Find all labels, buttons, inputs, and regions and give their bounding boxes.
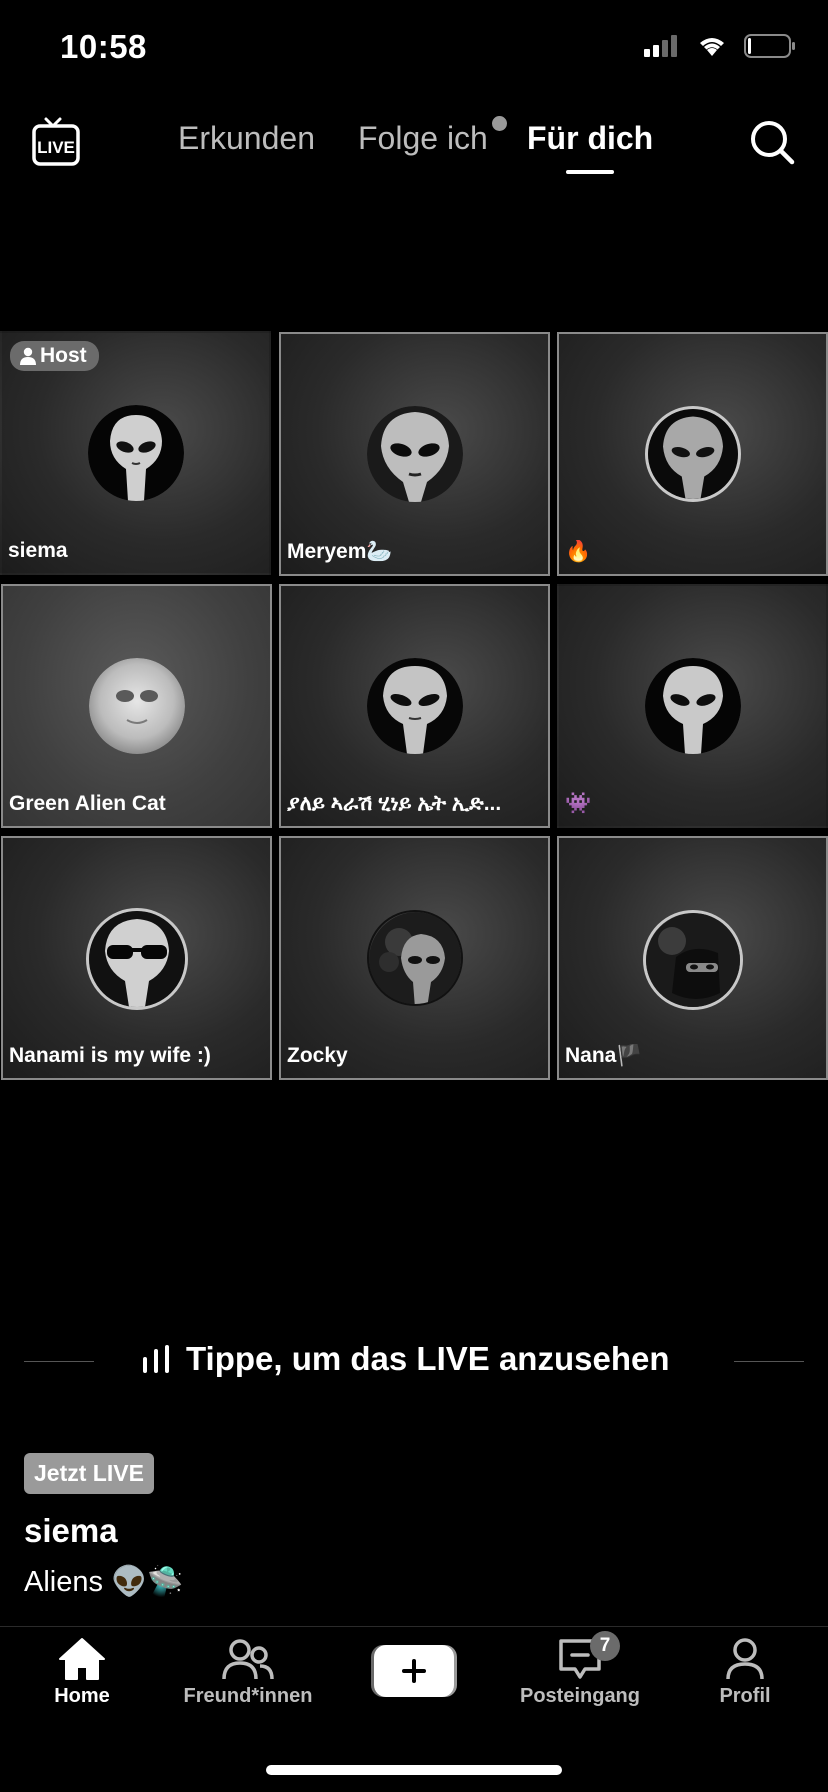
active-tab-indicator <box>566 170 614 174</box>
tap-to-watch-content: Tippe, um das LIVE anzusehen <box>142 1340 670 1378</box>
guest-tile[interactable]: 🔥 <box>557 332 828 576</box>
guest-name: 👾 <box>565 792 592 815</box>
guest-name: Nanami is my wife :) <box>9 1044 211 1067</box>
friends-icon <box>222 1639 274 1680</box>
guest-tile[interactable]: Nana🏴 <box>557 836 828 1080</box>
stream-username[interactable]: siema <box>24 1512 118 1550</box>
create-button[interactable] <box>371 1643 457 1699</box>
guest-tile[interactable]: ያለይ ኣራሽ ሂነይ ኤት ኢድ... <box>279 584 550 828</box>
guest-tile[interactable]: 👾 <box>557 584 828 828</box>
guest-tile[interactable]: Meryem🦢 <box>279 332 550 576</box>
guest-name: Green Alien Cat <box>9 792 166 815</box>
guest-name: Nana🏴 <box>565 1044 643 1067</box>
host-badge-label: Host <box>40 344 87 367</box>
inbox-count-badge: 7 <box>590 1631 620 1661</box>
battery-icon <box>744 34 795 58</box>
guest-name: Meryem🦢 <box>287 540 393 563</box>
live-tv-icon[interactable]: LIVE <box>30 116 82 168</box>
avatar <box>642 910 743 1010</box>
person-icon <box>20 347 36 365</box>
avatar <box>87 405 184 501</box>
stream-description: Aliens 👽🛸 <box>24 1566 184 1598</box>
tab-erkunden[interactable]: Erkunden <box>178 120 315 157</box>
guest-tile[interactable]: Green Alien Cat <box>1 584 272 828</box>
nav-inbox[interactable]: 7 Posteingang <box>500 1631 660 1708</box>
wifi-icon <box>700 38 724 56</box>
cellular-signal-icon <box>644 35 677 57</box>
home-icon <box>59 1638 105 1680</box>
avatar <box>366 910 463 1006</box>
status-bar: 10:58 <box>0 0 828 100</box>
nav-friends-label: Freund*innen <box>183 1685 313 1707</box>
tab-folge-ich[interactable]: Folge ich <box>358 120 488 157</box>
live-icon-label: LIVE <box>37 138 75 157</box>
guest-name: Zocky <box>287 1044 348 1067</box>
tiktok-live-screen: 10:58 LIVE Erkunden Folge ich Für dich H… <box>0 0 828 1792</box>
status-time: 10:58 <box>60 28 147 65</box>
guest-name: 🔥 <box>565 540 592 563</box>
avatar <box>85 908 188 1010</box>
nav-home-label: Home <box>54 1685 110 1707</box>
avatar <box>366 406 463 502</box>
avatar <box>366 658 463 754</box>
guest-tile[interactable]: Nanami is my wife :) <box>1 836 272 1080</box>
nav-home[interactable]: Home <box>2 1637 162 1708</box>
divider-line <box>734 1361 804 1362</box>
audio-bars-icon <box>143 1345 169 1373</box>
host-badge: Host <box>10 341 99 371</box>
home-indicator <box>266 1765 562 1775</box>
avatar <box>88 658 185 754</box>
guest-name: ያለይ ኣራሽ ሂነይ ኤት ኢድ... <box>287 792 502 815</box>
guest-name: siema <box>8 539 68 562</box>
nav-profile-label: Profil <box>719 1685 771 1707</box>
tap-to-watch-text: Tippe, um das LIVE anzusehen <box>186 1340 670 1377</box>
tab-fuer-dich[interactable]: Für dich <box>527 120 653 157</box>
guest-tile-host[interactable]: Host siema <box>0 331 271 575</box>
avatar <box>644 406 741 502</box>
nav-inbox-label: Posteingang <box>519 1685 640 1707</box>
live-now-badge: Jetzt LIVE <box>24 1453 154 1494</box>
guest-tile[interactable]: Zocky <box>279 836 550 1080</box>
top-nav: LIVE Erkunden Folge ich Für dich <box>0 100 828 190</box>
profile-icon <box>726 1638 764 1680</box>
tab-notification-dot <box>492 116 507 131</box>
nav-friends[interactable]: Freund*innen <box>168 1637 328 1708</box>
avatar <box>644 658 741 754</box>
search-icon[interactable] <box>748 118 796 166</box>
status-icons <box>644 34 796 58</box>
divider-line <box>24 1361 94 1362</box>
plus-icon <box>371 1645 457 1697</box>
nav-profile[interactable]: Profil <box>665 1637 825 1708</box>
tap-to-watch-banner[interactable]: Tippe, um das LIVE anzusehen <box>24 1334 804 1390</box>
